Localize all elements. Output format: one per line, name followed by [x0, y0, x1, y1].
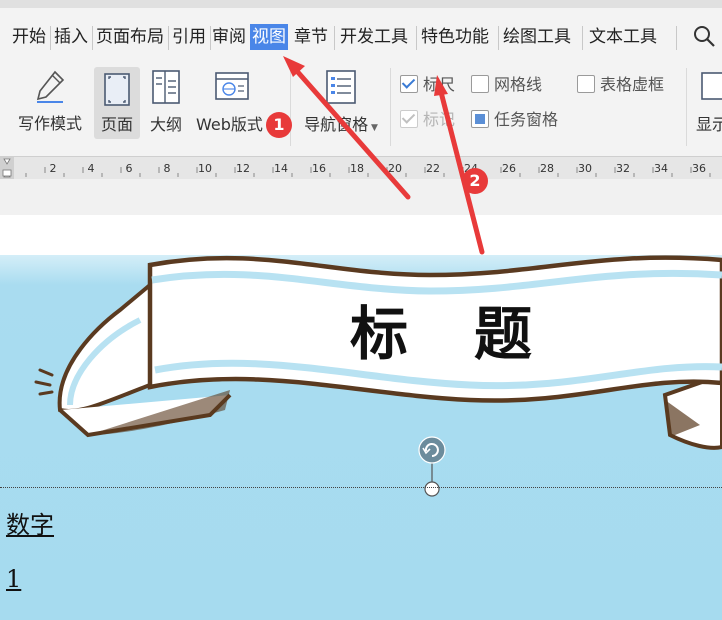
tab-review[interactable]: 审阅: [212, 22, 246, 52]
checkbox-indeterminate: [471, 110, 489, 128]
ruler-tick-label: 4: [88, 162, 95, 175]
ruler-tick-label: 14: [274, 162, 288, 175]
tab-drawing-tools[interactable]: 绘图工具: [503, 22, 571, 52]
tab-separator: [416, 26, 417, 50]
tab-separator: [210, 26, 211, 50]
document-page[interactable]: 标题 数字 1: [0, 215, 722, 620]
page-view-label: 页面: [100, 115, 133, 134]
tab-separator: [168, 26, 169, 50]
ruler-scale: 24681012141618202224262830323436: [0, 157, 711, 179]
document-gutter: [0, 179, 722, 215]
field-label[interactable]: 数字: [6, 505, 54, 540]
display-label: 显示: [696, 115, 722, 134]
tab-text-tools[interactable]: 文本工具: [589, 22, 657, 52]
search-icon[interactable]: [692, 24, 718, 50]
ruler-tick-label: 2: [50, 162, 57, 175]
marks-label: 标记: [423, 110, 456, 129]
horizontal-ruler[interactable]: 24681012141618202224262830323436: [0, 156, 722, 180]
ruler-tick-label: 12: [236, 162, 250, 175]
ruler-tick-label: 30: [578, 162, 592, 175]
write-mode-label: 写作模式: [17, 114, 82, 133]
checkbox-checked-disabled: [400, 110, 418, 128]
text-box-border: [0, 487, 722, 488]
ruler-tick-label: 32: [616, 162, 630, 175]
navigation-pane-button[interactable]: 导航窗格 ▼: [298, 69, 384, 135]
ruler-tick-label: 20: [388, 162, 402, 175]
web-layout-icon: [215, 72, 249, 100]
task-pane-checkbox[interactable]: 任务窗格: [471, 109, 558, 131]
web-view-label: Web版式: [196, 115, 263, 134]
gridlines-label: 网格线: [494, 75, 543, 94]
tab-insert[interactable]: 插入: [54, 22, 88, 52]
page-icon: [104, 73, 130, 106]
tab-separator: [676, 26, 677, 50]
pencil-icon: [36, 70, 65, 103]
gridlines-checkbox[interactable]: 网格线: [471, 74, 542, 96]
navigation-pane-icon: [326, 70, 356, 104]
tab-special-features[interactable]: 特色功能: [421, 22, 489, 52]
page-view-button[interactable]: 页面: [94, 67, 140, 139]
annotation-badge-step2: 2: [462, 168, 488, 194]
write-mode-button[interactable]: 写作模式: [12, 68, 88, 134]
outline-view-button[interactable]: 大纲: [146, 69, 186, 135]
tab-separator: [334, 26, 335, 50]
tab-developer[interactable]: 开发工具: [340, 22, 408, 52]
tab-separator: [50, 26, 51, 50]
ruler-tick-label: 36: [692, 162, 706, 175]
tab-page-layout[interactable]: 页面布局: [96, 22, 164, 52]
outline-view-label: 大纲: [149, 115, 182, 134]
checkbox-checked: [400, 75, 418, 93]
ribbon-banner-shape[interactable]: [0, 215, 722, 620]
display-button[interactable]: 显示: [696, 69, 722, 135]
ribbon-tab-bar: 开始 插入 页面布局 引用 审阅 视图 章节 开发工具 特色功能 绘图工具 文本…: [0, 0, 722, 60]
ruler-tick-label: 8: [164, 162, 171, 175]
tab-separator: [498, 26, 499, 50]
banner-title[interactable]: 标题: [350, 287, 598, 371]
ruler-tick-label: 6: [126, 162, 133, 175]
toolbar-separator: [290, 68, 291, 146]
outline-icon: [152, 70, 180, 104]
tab-home[interactable]: 开始: [12, 22, 46, 52]
marks-checkbox[interactable]: 标记: [400, 109, 455, 131]
toolbar-separator: [686, 68, 687, 146]
table-gridlines-checkbox[interactable]: 表格虚框: [577, 74, 664, 96]
checkbox-unchecked: [577, 75, 595, 93]
field-value[interactable]: 1: [6, 565, 21, 593]
navigation-pane-label: 导航窗格 ▼: [304, 115, 378, 134]
ruler-checkbox[interactable]: 标尺: [400, 74, 455, 96]
ruler-tick-label: 10: [198, 162, 212, 175]
display-icon: [701, 72, 722, 100]
tab-separator: [582, 26, 583, 50]
ruler-tick-label: 16: [312, 162, 326, 175]
ruler-tick-label: 26: [502, 162, 516, 175]
tab-chapter[interactable]: 章节: [294, 22, 328, 52]
tab-view[interactable]: 视图: [250, 24, 288, 50]
checkbox-unchecked: [471, 75, 489, 93]
tab-references[interactable]: 引用: [172, 22, 206, 52]
ruler-tick-label: 28: [540, 162, 554, 175]
annotation-badge-step1: 1: [266, 112, 292, 138]
ruler-tick-label: 22: [426, 162, 440, 175]
tab-separator: [92, 26, 93, 50]
web-view-button[interactable]: Web版式: [196, 69, 276, 135]
ruler-label: 标尺: [423, 75, 456, 94]
toolbar-separator: [390, 68, 391, 146]
ruler-tick-label: 34: [654, 162, 668, 175]
table-gridlines-label: 表格虚框: [600, 75, 665, 94]
window-top-strip: [0, 0, 722, 8]
task-pane-label: 任务窗格: [494, 110, 559, 129]
ruler-tick-label: 18: [350, 162, 364, 175]
